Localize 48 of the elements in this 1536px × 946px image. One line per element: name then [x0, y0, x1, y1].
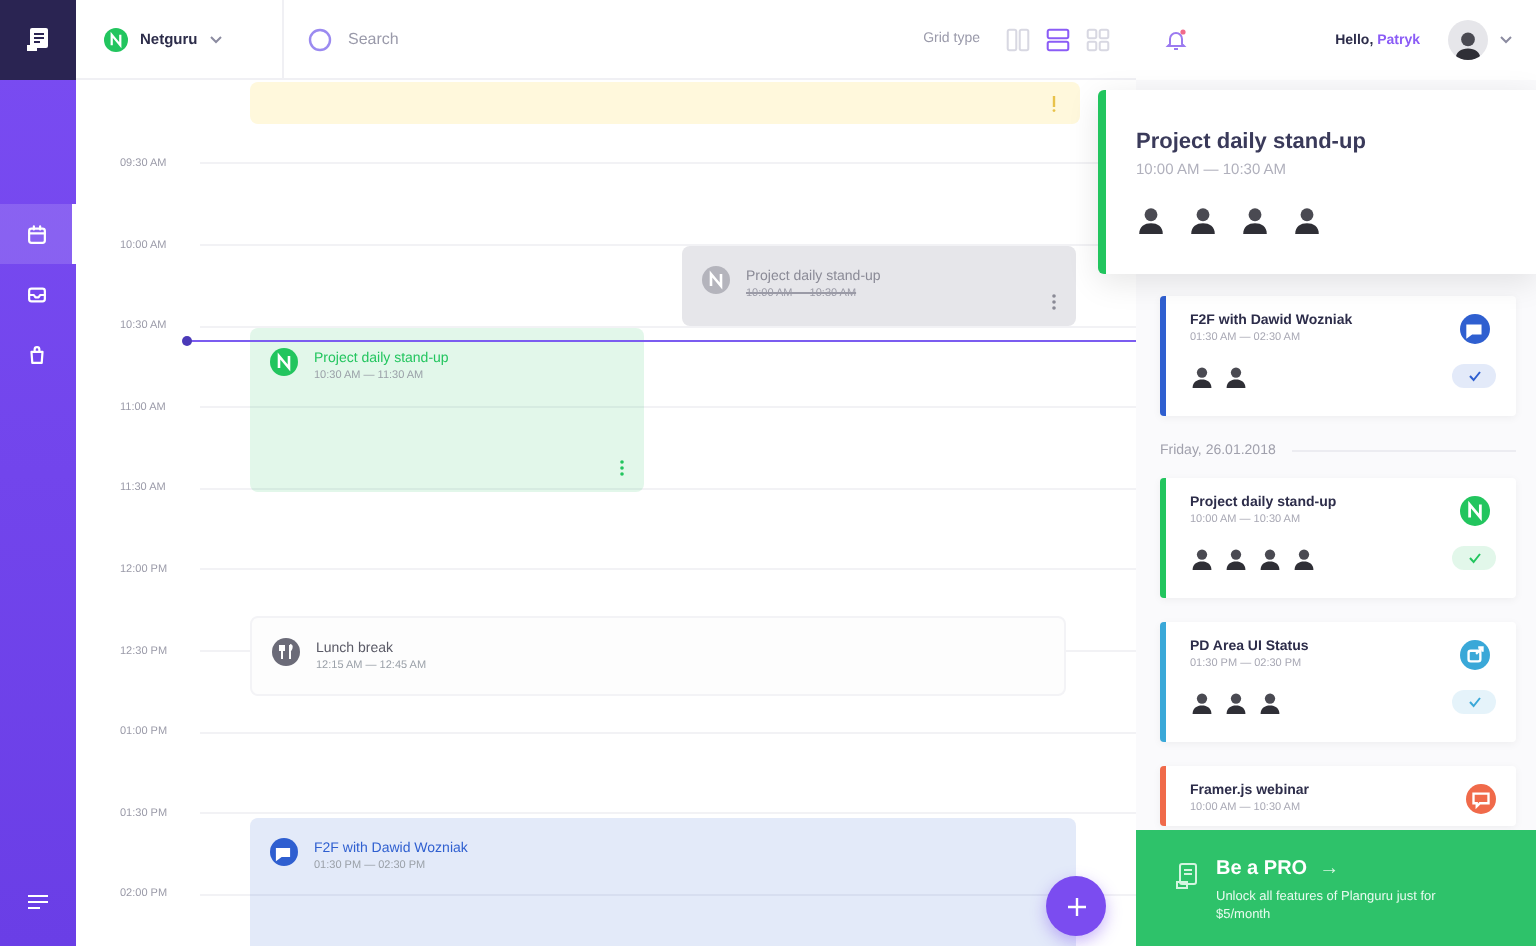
person-silhouette-icon — [1190, 690, 1214, 714]
person-silhouette-icon — [1224, 364, 1248, 388]
document-icon — [1176, 862, 1200, 890]
person-silhouette-icon — [1292, 546, 1316, 570]
chat-bubble-icon — [1459, 314, 1489, 344]
person-silhouette-icon — [1224, 546, 1248, 570]
popup-title: Project daily stand-up — [1136, 130, 1368, 154]
letter-n-logo-icon — [702, 266, 730, 294]
check-icon — [1467, 552, 1481, 564]
search-field[interactable]: Search — [344, 28, 744, 50]
person-silhouette-icon — [1452, 28, 1484, 60]
chat-bubble-icon — [270, 838, 298, 866]
inbox-icon — [25, 283, 47, 305]
grid-type-button[interactable] — [1044, 25, 1072, 53]
share-icon — [1459, 640, 1489, 670]
message-icon — [1466, 784, 1496, 814]
person-silhouette-icon — [1136, 204, 1166, 234]
letter-n-logo-icon — [270, 348, 298, 376]
calendar-icon — [25, 223, 47, 245]
notification-bell-icon[interactable] — [1164, 28, 1188, 52]
person-silhouette-icon — [1190, 546, 1214, 570]
person-silhouette-icon — [1190, 364, 1214, 388]
letter-n-logo-icon — [1459, 496, 1489, 526]
arrow-glyph: → — [1319, 858, 1340, 880]
person-silhouette-icon — [1188, 204, 1218, 234]
app-logo-icon — [24, 26, 52, 54]
user-avatar[interactable] — [1448, 20, 1488, 60]
person-silhouette-icon — [1258, 690, 1282, 714]
menu-icon[interactable] — [28, 894, 48, 910]
promo-title: Be a PRO — [1216, 858, 1308, 880]
sidebar-item[interactable] — [0, 204, 76, 264]
search-icon — [308, 27, 332, 51]
confirmed-badge[interactable] — [1452, 546, 1496, 570]
person-silhouette-icon — [1258, 546, 1282, 570]
confirmed-badge[interactable] — [1452, 364, 1496, 388]
check-icon — [1467, 370, 1481, 382]
cutlery-icon — [272, 638, 300, 666]
plus-icon — [1067, 897, 1085, 915]
person-silhouette-icon — [1292, 204, 1322, 234]
check-icon — [1467, 696, 1481, 708]
caret-icon[interactable] — [1500, 36, 1512, 44]
caret-icon[interactable] — [209, 35, 222, 43]
person-silhouette-icon — [1224, 690, 1248, 714]
bag-icon — [25, 343, 47, 365]
person-silhouette-icon — [1240, 204, 1270, 234]
add-button[interactable] — [1046, 876, 1106, 936]
letter-n-logo-icon — [104, 27, 128, 51]
confirmed-badge[interactable] — [1452, 690, 1496, 714]
